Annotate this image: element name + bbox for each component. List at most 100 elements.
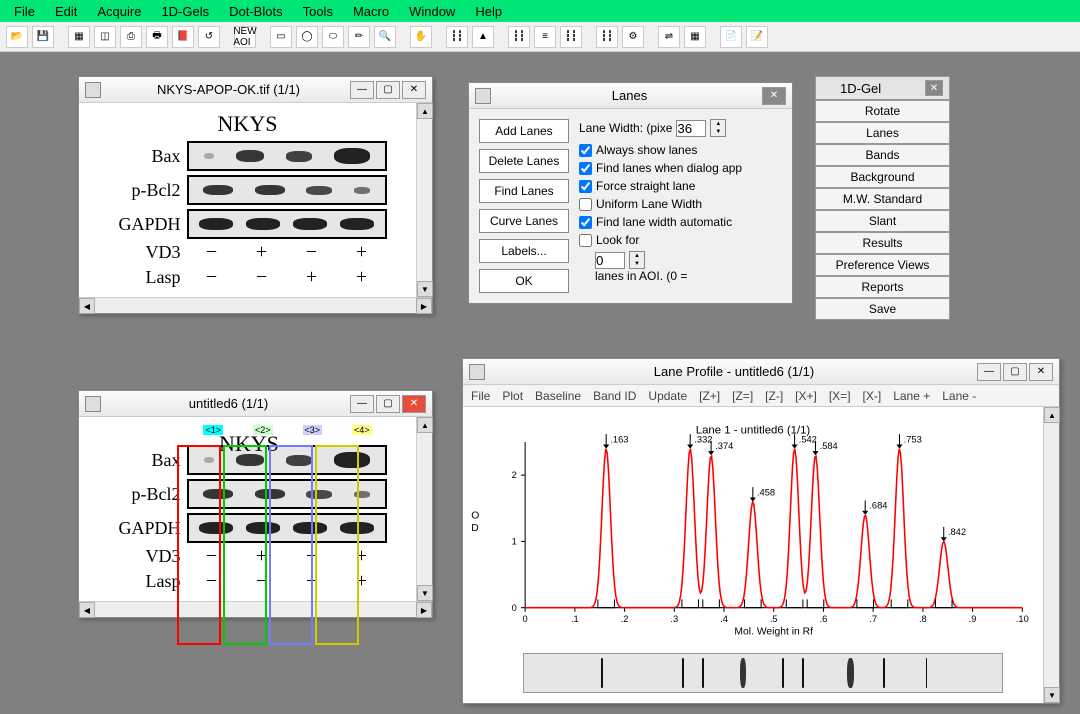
hscroll[interactable]: ◀▶: [79, 297, 432, 313]
1dgel-m-w-standard[interactable]: M.W. Standard: [815, 188, 950, 210]
menu-file[interactable]: File: [4, 2, 45, 21]
profile-menu-item[interactable]: [Z-]: [765, 389, 783, 403]
lane-overlay-4[interactable]: [315, 445, 359, 645]
checkbox-row[interactable]: Find lane width automatic: [579, 215, 782, 229]
lane-width-spinner[interactable]: ▲▼: [710, 119, 726, 137]
lane-overlay-1[interactable]: [177, 445, 221, 645]
profile-menu-item[interactable]: [X+]: [795, 389, 817, 403]
toolbar-btn-17[interactable]: ┇┇: [508, 26, 530, 48]
menu-window[interactable]: Window: [399, 2, 465, 21]
1dgel-lanes[interactable]: Lanes: [815, 122, 950, 144]
menu-help[interactable]: Help: [465, 2, 512, 21]
titlebar-apop[interactable]: NKYS-APOP-OK.tif (1/1) — ▢ ✕: [79, 77, 432, 103]
toolbar-btn-0[interactable]: 📂: [6, 26, 28, 48]
titlebar-profile[interactable]: Lane Profile - untitled6 (1/1) — ▢ ✕: [463, 359, 1059, 385]
vscroll[interactable]: ▲▼: [416, 417, 432, 601]
toolbar-btn-15[interactable]: ┇┇: [446, 26, 468, 48]
toolbar-btn-20[interactable]: ┇┇: [596, 26, 618, 48]
lanes-btn-ok[interactable]: OK: [479, 269, 569, 293]
toolbar-btn-7[interactable]: ↺: [198, 26, 220, 48]
toolbar-btn-4[interactable]: ⎙: [120, 26, 142, 48]
checkbox-row[interactable]: Look for: [579, 233, 782, 247]
lanes-close-button[interactable]: ✕: [762, 87, 786, 105]
close-button[interactable]: ✕: [402, 81, 426, 99]
1dgel-save[interactable]: Save: [815, 298, 950, 320]
maximize-button[interactable]: ▢: [376, 81, 400, 99]
toolbar-btn-10[interactable]: ◯: [296, 26, 318, 48]
minimize-button[interactable]: —: [350, 81, 374, 99]
1dgel-rotate[interactable]: Rotate: [815, 100, 950, 122]
toolbar-btn-5[interactable]: 🖶: [146, 26, 168, 48]
profile-menu-item[interactable]: Lane +: [893, 389, 930, 403]
lanes-titlebar[interactable]: Lanes ✕: [469, 83, 792, 109]
toolbar-btn-23[interactable]: ▦: [684, 26, 706, 48]
lanes-btn-labels-[interactable]: Labels...: [479, 239, 569, 263]
menu-1d-gels[interactable]: 1D-Gels: [151, 2, 219, 21]
toolbar-btn-1[interactable]: 💾: [32, 26, 54, 48]
menu-dot-blots[interactable]: Dot-Blots: [219, 2, 292, 21]
profile-menu-item[interactable]: Plot: [502, 389, 523, 403]
vscroll[interactable]: ▲▼: [416, 103, 432, 297]
checkbox[interactable]: [579, 216, 592, 229]
lookfor-input[interactable]: [595, 252, 625, 269]
toolbar-btn-21[interactable]: ⚙: [622, 26, 644, 48]
checkbox-row[interactable]: Always show lanes: [579, 143, 782, 157]
menu-edit[interactable]: Edit: [45, 2, 87, 21]
toolbar-btn-13[interactable]: 🔍: [374, 26, 396, 48]
checkbox[interactable]: [579, 234, 592, 247]
lanes-btn-delete-lanes[interactable]: Delete Lanes: [479, 149, 569, 173]
toolbar-btn-22[interactable]: ⇌: [658, 26, 680, 48]
close-button[interactable]: ✕: [1029, 363, 1053, 381]
lane-width-input[interactable]: [676, 120, 706, 137]
toolbar-btn-25[interactable]: 📝: [746, 26, 768, 48]
maximize-button[interactable]: ▢: [1003, 363, 1027, 381]
checkbox-row[interactable]: Find lanes when dialog app: [579, 161, 782, 175]
profile-menu-item[interactable]: Baseline: [535, 389, 581, 403]
1dgel-results[interactable]: Results: [815, 232, 950, 254]
minimize-button[interactable]: —: [350, 395, 374, 413]
checkbox[interactable]: [579, 180, 592, 193]
toolbar-btn-9[interactable]: ▭: [270, 26, 292, 48]
profile-menu-item[interactable]: File: [471, 389, 490, 403]
profile-menu-item[interactable]: Lane -: [942, 389, 976, 403]
checkbox[interactable]: [579, 162, 592, 175]
profile-menu-item[interactable]: [Z=]: [732, 389, 753, 403]
lookfor-spinner[interactable]: ▲▼: [629, 251, 645, 269]
panel-1dgel-header[interactable]: 1D-Gel ✕: [815, 76, 950, 100]
titlebar-untitled6[interactable]: untitled6 (1/1) — ▢ ✕: [79, 391, 432, 417]
lane-overlay-2[interactable]: [223, 445, 267, 645]
toolbar-btn-14[interactable]: ✋: [410, 26, 432, 48]
menu-macro[interactable]: Macro: [343, 2, 399, 21]
toolbar-btn-11[interactable]: ⬭: [322, 26, 344, 48]
1dgel-background[interactable]: Background: [815, 166, 950, 188]
lane-overlay-3[interactable]: [269, 445, 313, 645]
panel-close-button[interactable]: ✕: [925, 80, 943, 96]
checkbox[interactable]: [579, 198, 592, 211]
toolbar-btn-18[interactable]: ≡: [534, 26, 556, 48]
minimize-button[interactable]: —: [977, 363, 1001, 381]
lanes-btn-add-lanes[interactable]: Add Lanes: [479, 119, 569, 143]
toolbar-btn-16[interactable]: ▲: [472, 26, 494, 48]
close-button[interactable]: ✕: [402, 395, 426, 413]
1dgel-slant[interactable]: Slant: [815, 210, 950, 232]
toolbar-btn-3[interactable]: ◫: [94, 26, 116, 48]
checkbox[interactable]: [579, 144, 592, 157]
toolbar-btn-19[interactable]: ┇┇: [560, 26, 582, 48]
1dgel-preference-views[interactable]: Preference Views: [815, 254, 950, 276]
profile-menu-item[interactable]: [Z+]: [699, 389, 720, 403]
maximize-button[interactable]: ▢: [376, 395, 400, 413]
1dgel-bands[interactable]: Bands: [815, 144, 950, 166]
toolbar-btn-12[interactable]: ✏: [348, 26, 370, 48]
profile-menu-item[interactable]: [X-]: [863, 389, 882, 403]
lanes-btn-curve-lanes[interactable]: Curve Lanes: [479, 209, 569, 233]
toolbar-btn-2[interactable]: ▦: [68, 26, 90, 48]
toolbar-btn-24[interactable]: 📄: [720, 26, 742, 48]
toolbar-btn-8[interactable]: NEW AOI: [234, 26, 256, 48]
menu-tools[interactable]: Tools: [293, 2, 343, 21]
profile-menu-item[interactable]: Update: [648, 389, 687, 403]
checkbox-row[interactable]: Uniform Lane Width: [579, 197, 782, 211]
lanes-btn-find-lanes[interactable]: Find Lanes: [479, 179, 569, 203]
profile-menu-item[interactable]: [X=]: [829, 389, 851, 403]
menu-acquire[interactable]: Acquire: [87, 2, 151, 21]
toolbar-btn-6[interactable]: 📕: [172, 26, 194, 48]
